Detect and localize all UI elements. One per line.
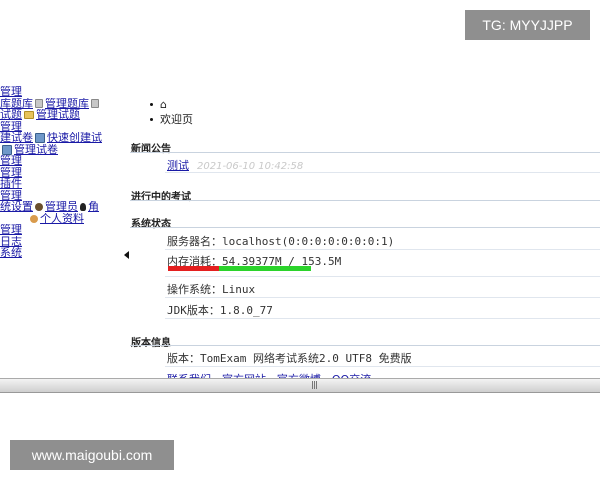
- admin-icon: [35, 203, 43, 211]
- sidebar-row[interactable]: 建试卷 快速创建试: [0, 132, 130, 144]
- sidebar-row[interactable]: 管理: [0, 155, 130, 167]
- os-info: 操作系统：Linux: [167, 283, 256, 296]
- sidebar-link[interactable]: 插件: [0, 178, 22, 190]
- sidebar-link-quick-create[interactable]: 快速创建试: [47, 132, 102, 144]
- sidebar-row[interactable]: 个人资料: [0, 213, 130, 225]
- nav-home[interactable]: ⌂: [150, 97, 193, 112]
- sidebar-row[interactable]: 管理: [0, 190, 130, 202]
- site-watermark: www.maigoubi.com: [10, 440, 174, 470]
- divider: [165, 318, 600, 319]
- person-icon: [30, 214, 38, 223]
- memory-used-fill: [168, 266, 219, 271]
- sidebar-link[interactable]: 管理: [0, 121, 22, 133]
- sidebar-link-manage-bank[interactable]: 管理题库: [45, 98, 89, 110]
- database-icon: [91, 99, 99, 108]
- sidebar-row[interactable]: 插件: [0, 178, 130, 190]
- news-item: 测试 2021-06-10 10:42:58: [167, 157, 303, 173]
- top-nav: ⌂ 欢迎页: [150, 97, 193, 127]
- divider: [130, 200, 600, 201]
- sidebar-row[interactable]: 管理: [0, 167, 130, 179]
- news-date: 2021-06-10 10:42:58: [197, 161, 304, 172]
- sidebar-link-manage-papers[interactable]: 管理试卷: [14, 144, 58, 156]
- sidebar-link[interactable]: 试题: [0, 109, 22, 121]
- database-icon: [35, 99, 43, 108]
- telegram-watermark: TG: MYYJJPP: [465, 10, 590, 40]
- paper-icon: [2, 144, 12, 155]
- divider: [165, 297, 600, 298]
- sidebar-row[interactable]: 系统: [0, 247, 130, 259]
- sidebar-tree: 管理 库题库 管理题库 试题 管理试题 管理 建试卷 快速创建试 管理试卷 管理 管理…: [0, 86, 130, 259]
- sidebar-row[interactable]: 日志: [0, 236, 130, 248]
- jdk-version: JDK版本：1.8.0_77: [167, 304, 273, 317]
- home-icon[interactable]: ⌂: [160, 98, 167, 111]
- news-item-link[interactable]: 测试: [167, 159, 189, 172]
- sidebar-row[interactable]: 管理: [0, 224, 130, 236]
- scrollbar-grip[interactable]: [312, 381, 318, 389]
- penguin-icon: [80, 203, 86, 211]
- sidebar-link[interactable]: 建试卷: [0, 132, 33, 144]
- divider: [130, 152, 600, 153]
- divider: [165, 276, 600, 277]
- sidebar-link[interactable]: 管理: [0, 86, 22, 98]
- sidebar-link[interactable]: 管理: [0, 155, 22, 167]
- sidebar-link-roles[interactable]: 角: [88, 201, 99, 213]
- sidebar-link[interactable]: 统设置: [0, 201, 33, 213]
- sidebar-row[interactable]: 库题库 管理题库: [0, 98, 130, 110]
- divider: [165, 366, 600, 367]
- divider: [130, 345, 600, 346]
- sidebar-row[interactable]: 统设置 管理员角: [0, 201, 130, 213]
- sidebar-row[interactable]: 管理试卷: [0, 144, 130, 156]
- sidebar-link[interactable]: 库题库: [0, 98, 33, 110]
- memory-progress-bar: [168, 266, 311, 271]
- sidebar-link[interactable]: 管理: [0, 167, 22, 179]
- sidebar-link[interactable]: 管理: [0, 224, 22, 236]
- sidebar-row[interactable]: 管理: [0, 121, 130, 133]
- sidebar-link-admins[interactable]: 管理员: [45, 201, 78, 213]
- sidebar-row[interactable]: 试题 管理试题: [0, 109, 130, 121]
- sidebar-link-manage-questions[interactable]: 管理试题: [36, 109, 80, 121]
- divider: [165, 172, 600, 173]
- folder-icon: [24, 111, 34, 119]
- nav-welcome[interactable]: 欢迎页: [150, 112, 193, 127]
- sidebar-link-profile[interactable]: 个人资料: [40, 213, 84, 225]
- version-text: 版本：TomExam 网络考试系统2.0 UTF8 免费版: [167, 352, 412, 365]
- sidebar-link[interactable]: 系统: [0, 247, 22, 259]
- horizontal-scrollbar[interactable]: [0, 378, 600, 393]
- sidebar-row[interactable]: 管理: [0, 86, 130, 98]
- book-icon: [35, 133, 45, 143]
- sidebar-link[interactable]: 日志: [0, 236, 22, 248]
- sidebar-link[interactable]: 管理: [0, 190, 22, 202]
- divider: [130, 227, 600, 228]
- version-section-title: 版本信息: [131, 338, 171, 349]
- collapse-sidebar-arrow-icon[interactable]: [124, 251, 129, 259]
- divider: [165, 249, 600, 250]
- server-name: 服务器名：localhost(0:0:0:0:0:0:0:1): [167, 235, 395, 248]
